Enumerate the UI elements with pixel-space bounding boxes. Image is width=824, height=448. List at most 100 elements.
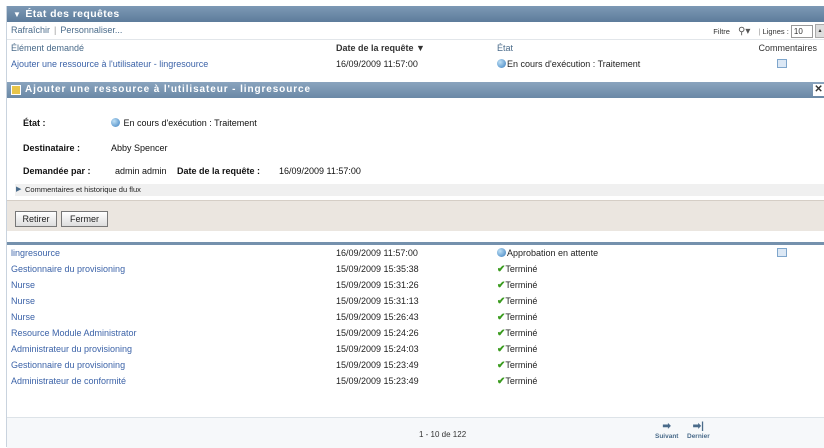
lines-input[interactable]: 10 bbox=[790, 24, 813, 38]
state-value: En cours d'exécution : Traitement bbox=[111, 118, 257, 128]
next-arrow-icon[interactable]: ➡ bbox=[655, 421, 678, 433]
state-cell: ✔Terminé bbox=[497, 261, 537, 278]
state-cell: ✔Terminé bbox=[497, 357, 537, 374]
state-cell: ✔Terminé bbox=[497, 341, 537, 358]
request-icon bbox=[11, 85, 21, 95]
table-row[interactable]: Gestionnaire du provisioning 15/09/2009 … bbox=[7, 357, 824, 373]
date-cell: 15/09/2009 15:26:43 bbox=[336, 312, 419, 322]
state-text: Terminé bbox=[505, 376, 538, 386]
state-cell: Approbation en attente bbox=[497, 245, 598, 261]
state-cell: En cours d'exécution : Traitement bbox=[497, 56, 640, 72]
state-text: En cours d'exécution : Traitement bbox=[507, 59, 641, 69]
comment-icon[interactable] bbox=[777, 59, 787, 68]
close-button[interactable]: Fermer bbox=[61, 211, 108, 227]
item-link[interactable]: Ajouter une ressource à l'utilisateur - … bbox=[11, 56, 208, 72]
panel-title: État des requêtes bbox=[25, 8, 120, 20]
state-text: Terminé bbox=[505, 312, 538, 322]
table-row[interactable]: Nurse 15/09/2009 15:26:43 ✔Terminé bbox=[7, 309, 824, 325]
comment-icon[interactable] bbox=[777, 248, 787, 257]
state-text: Terminé bbox=[505, 360, 538, 370]
request-list: lingresource 16/09/2009 11:57:00 Approba… bbox=[7, 242, 824, 389]
recipient-value: Abby Spencer bbox=[111, 143, 168, 153]
col-item-header[interactable]: Élément demandé bbox=[11, 40, 84, 56]
state-cell: ✔Terminé bbox=[497, 293, 537, 310]
state-cell: ✔Terminé bbox=[497, 277, 537, 294]
request-date-value: 16/09/2009 11:57:00 bbox=[279, 166, 361, 176]
last-button[interactable]: ➡| Dernier bbox=[687, 421, 710, 440]
table-row[interactable]: lingresource 16/09/2009 11:57:00 Approba… bbox=[7, 245, 824, 261]
item-link[interactable]: Nurse bbox=[11, 293, 35, 309]
date-cell: 15/09/2009 15:23:49 bbox=[336, 376, 419, 386]
column-header-row: Élément demandé Date de la requête ▼ Éta… bbox=[7, 40, 824, 56]
state-text: Terminé bbox=[505, 296, 538, 306]
lines-label: Lignes : bbox=[762, 26, 789, 36]
lines-stepper[interactable]: ▴ bbox=[815, 24, 824, 39]
date-cell: 15/09/2009 15:35:38 bbox=[336, 264, 419, 274]
request-detail-panel: Ajouter une ressource à l'utilisateur - … bbox=[7, 82, 824, 242]
detail-button-bar: Retirer Fermer bbox=[7, 200, 824, 231]
item-link[interactable]: Administrateur de conformité bbox=[11, 373, 126, 389]
detail-title: Ajouter une ressource à l'utilisateur - … bbox=[25, 84, 311, 95]
table-row[interactable]: Administrateur du provisioning 15/09/200… bbox=[7, 341, 824, 357]
state-text: Terminé bbox=[505, 344, 538, 354]
expand-arrow-icon[interactable]: ▶ bbox=[16, 184, 21, 196]
requested-by-value: admin admin bbox=[115, 166, 167, 176]
state-cell: ✔Terminé bbox=[497, 373, 537, 390]
item-link[interactable]: Gestionnaire du provisioning bbox=[11, 357, 125, 373]
table-row[interactable]: Resource Module Administrator 15/09/2009… bbox=[7, 325, 824, 341]
toolbar-separator-2: | bbox=[758, 26, 761, 36]
date-cell: 15/09/2009 15:31:26 bbox=[336, 280, 419, 290]
toolbar: Rafraîchir | Personnaliser... Filtre ⚲▾ | … bbox=[7, 22, 824, 40]
table-row[interactable]: Nurse 15/09/2009 15:31:26 ✔Terminé bbox=[7, 277, 824, 293]
col-comments-header: Commentaires bbox=[758, 43, 817, 53]
table-row-selected[interactable]: Ajouter une ressource à l'utilisateur - … bbox=[7, 56, 824, 72]
flux-label: Commentaires et historique du flux bbox=[25, 185, 141, 194]
item-link[interactable]: Nurse bbox=[11, 277, 35, 293]
pagination-bar: 1 - 10 de 122 ➡ Suivant ➡| Dernier bbox=[7, 417, 824, 448]
pending-approval-icon bbox=[497, 248, 506, 257]
collapse-triangle-icon[interactable]: ▼ bbox=[13, 10, 21, 19]
request-date-label: Date de la requête : bbox=[177, 166, 261, 176]
request-status-panel: ▼ État des requêtes Rafraîchir | Personnali… bbox=[6, 6, 824, 448]
toolbar-right: Filtre ⚲▾ | Lignes : 10 ▴ bbox=[713, 22, 824, 39]
item-link[interactable]: Administrateur du provisioning bbox=[11, 341, 132, 357]
filter-label: Filtre bbox=[713, 26, 730, 36]
filter-icon[interactable]: ⚲▾ bbox=[738, 23, 750, 40]
item-link[interactable]: lingresource bbox=[11, 245, 60, 261]
date-cell: 16/09/2009 11:57:00 bbox=[336, 248, 418, 258]
state-text: Terminé bbox=[505, 264, 538, 274]
table-row[interactable]: Gestionnaire du provisioning 15/09/2009 … bbox=[7, 261, 824, 277]
item-link[interactable]: Nurse bbox=[11, 309, 35, 325]
date-cell: 15/09/2009 15:24:26 bbox=[336, 328, 419, 338]
state-value-text: En cours d'exécution : Traitement bbox=[123, 118, 257, 128]
last-label[interactable]: Dernier bbox=[687, 433, 710, 440]
detail-header: Ajouter une ressource à l'utilisateur - … bbox=[7, 82, 824, 98]
col-state-header[interactable]: État bbox=[497, 40, 513, 56]
item-link[interactable]: Gestionnaire du provisioning bbox=[11, 261, 125, 277]
refresh-link[interactable]: Rafraîchir bbox=[11, 25, 50, 35]
requested-by-label: Demandée par : bbox=[23, 166, 91, 176]
detail-body: État : En cours d'exécution : Traitement… bbox=[7, 98, 824, 200]
close-icon[interactable]: ✕ bbox=[813, 84, 824, 96]
state-text: Terminé bbox=[505, 328, 538, 338]
last-arrow-icon[interactable]: ➡| bbox=[687, 421, 710, 433]
flux-history-toggle[interactable]: ▶ Commentaires et historique du flux bbox=[15, 184, 824, 196]
next-button[interactable]: ➡ Suivant bbox=[655, 421, 678, 440]
pagination-label: 1 - 10 de 122 bbox=[419, 430, 467, 439]
item-link[interactable]: Resource Module Administrator bbox=[11, 325, 137, 341]
next-label[interactable]: Suivant bbox=[655, 433, 678, 440]
state-text: Approbation en attente bbox=[507, 248, 599, 258]
in-progress-icon bbox=[497, 59, 506, 68]
date-cell: 16/09/2009 11:57:00 bbox=[336, 59, 418, 69]
in-progress-icon bbox=[111, 118, 120, 127]
table-row[interactable]: Nurse 15/09/2009 15:31:13 ✔Terminé bbox=[7, 293, 824, 309]
state-cell: ✔Terminé bbox=[497, 309, 537, 326]
state-text: Terminé bbox=[505, 280, 538, 290]
state-label: État : bbox=[23, 118, 46, 128]
col-date-header[interactable]: Date de la requête ▼ bbox=[336, 40, 425, 56]
date-cell: 15/09/2009 15:23:49 bbox=[336, 360, 419, 370]
panel-header[interactable]: ▼ État des requêtes bbox=[7, 6, 824, 22]
table-row[interactable]: Administrateur de conformité 15/09/2009 … bbox=[7, 373, 824, 389]
customize-link[interactable]: Personnaliser... bbox=[60, 25, 122, 35]
retract-button[interactable]: Retirer bbox=[15, 211, 57, 227]
